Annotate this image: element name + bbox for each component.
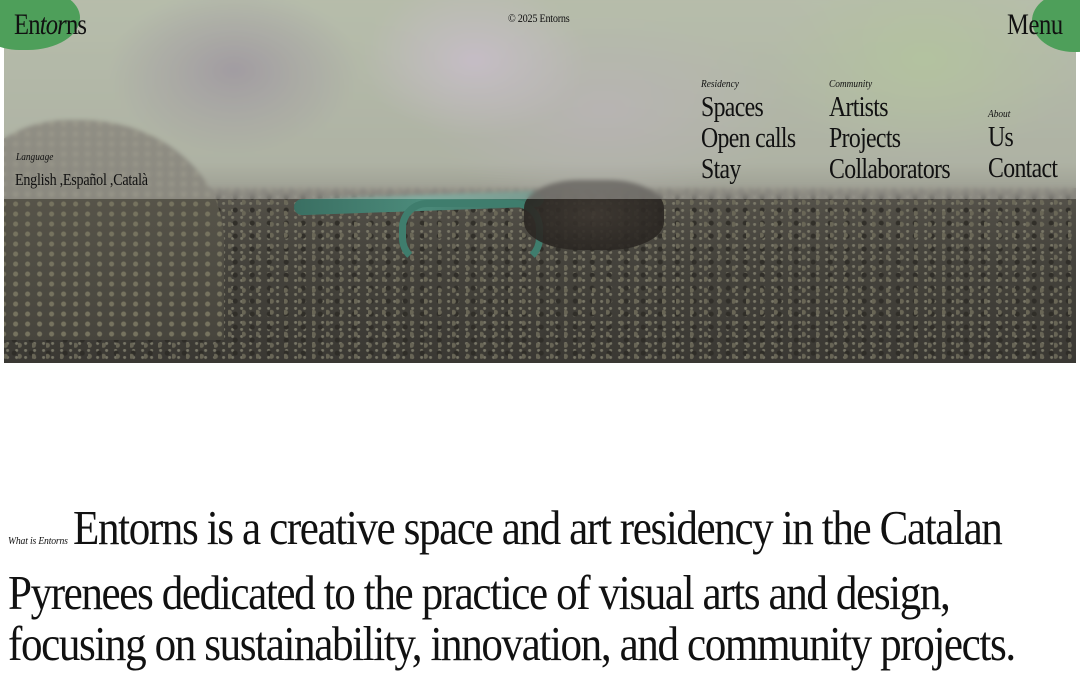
nav-link-stay[interactable]: Stay xyxy=(701,154,795,185)
language-label: Language xyxy=(16,151,54,163)
hero-garden-tool-loop xyxy=(399,200,543,266)
nav-column-community: Community Artists Projects Collaborators xyxy=(829,78,976,185)
copyright-text: © 2025 Entorns xyxy=(508,11,570,25)
nav-link-artists[interactable]: Artists xyxy=(829,92,950,123)
logo-part-1: En xyxy=(14,8,41,41)
nav-link-projects[interactable]: Projects xyxy=(829,123,950,154)
language-option-catala[interactable]: Català xyxy=(113,170,148,190)
intro-section: What is Entorns Entorns is a creative spa… xyxy=(8,502,1020,669)
nav-link-contact[interactable]: Contact xyxy=(988,153,1058,184)
nav-label-community: Community xyxy=(829,78,873,90)
language-option-espanol[interactable]: Español , xyxy=(63,170,114,190)
nav-link-collaborators[interactable]: Collaborators xyxy=(829,154,951,185)
intro-text: Entorns is a creative space and art resi… xyxy=(8,500,1016,671)
logo-part-2: tor xyxy=(39,8,67,41)
menu-button[interactable]: Menu xyxy=(1007,8,1063,42)
site-logo[interactable]: Entorns xyxy=(14,8,87,42)
nav-link-us[interactable]: Us xyxy=(988,122,1057,153)
language-option-english[interactable]: English , xyxy=(15,170,63,190)
nav-link-spaces[interactable]: Spaces xyxy=(701,92,795,123)
nav-label-residency: Residency xyxy=(701,78,739,90)
nav-column-about: About Us Contact xyxy=(988,108,1073,184)
nav-link-open-calls[interactable]: Open calls xyxy=(701,123,796,154)
nav-label-about: About xyxy=(988,108,1011,120)
logo-part-3: ns xyxy=(65,8,87,41)
nav-column-residency: Residency Spaces Open calls Stay xyxy=(701,78,816,185)
language-selector: English , Español , Català xyxy=(15,170,148,190)
intro-tag: What is Entorns xyxy=(8,535,68,547)
